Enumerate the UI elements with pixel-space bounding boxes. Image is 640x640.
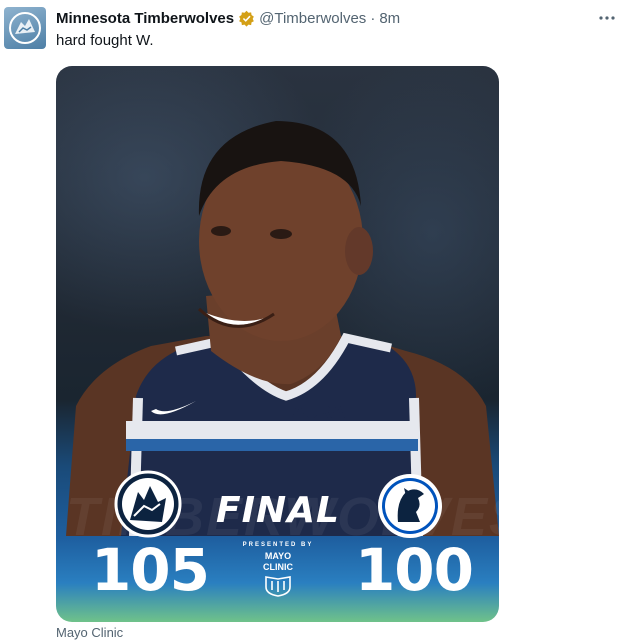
timberwolves-watermark: TIMBERWOLVES <box>66 487 499 547</box>
verified-badge-icon <box>238 10 255 27</box>
more-options-button[interactable] <box>596 8 618 28</box>
jersey-brand-text: ĀURA <box>292 401 346 423</box>
tweet-media-image[interactable]: ĀURA TIMBERWOLVES <box>56 66 499 622</box>
tweet-text: hard fought W. <box>56 32 154 49</box>
avatar[interactable] <box>4 7 46 49</box>
tweet: Minnesota Timberwolves @Timberwolves · 8… <box>0 0 640 640</box>
player-photo: ĀURA <box>66 121 499 536</box>
timberwolves-avatar-icon <box>9 12 41 44</box>
tweet-header: Minnesota Timberwolves @Timberwolves · 8… <box>56 8 400 28</box>
media-caption: Mayo Clinic <box>56 625 124 640</box>
more-horizontal-icon <box>599 16 615 20</box>
author-name[interactable]: Minnesota Timberwolves <box>56 10 234 27</box>
tweet-timestamp[interactable]: 8m <box>379 10 400 27</box>
author-handle[interactable]: @Timberwolves <box>259 10 366 27</box>
separator-dot: · <box>370 9 376 27</box>
